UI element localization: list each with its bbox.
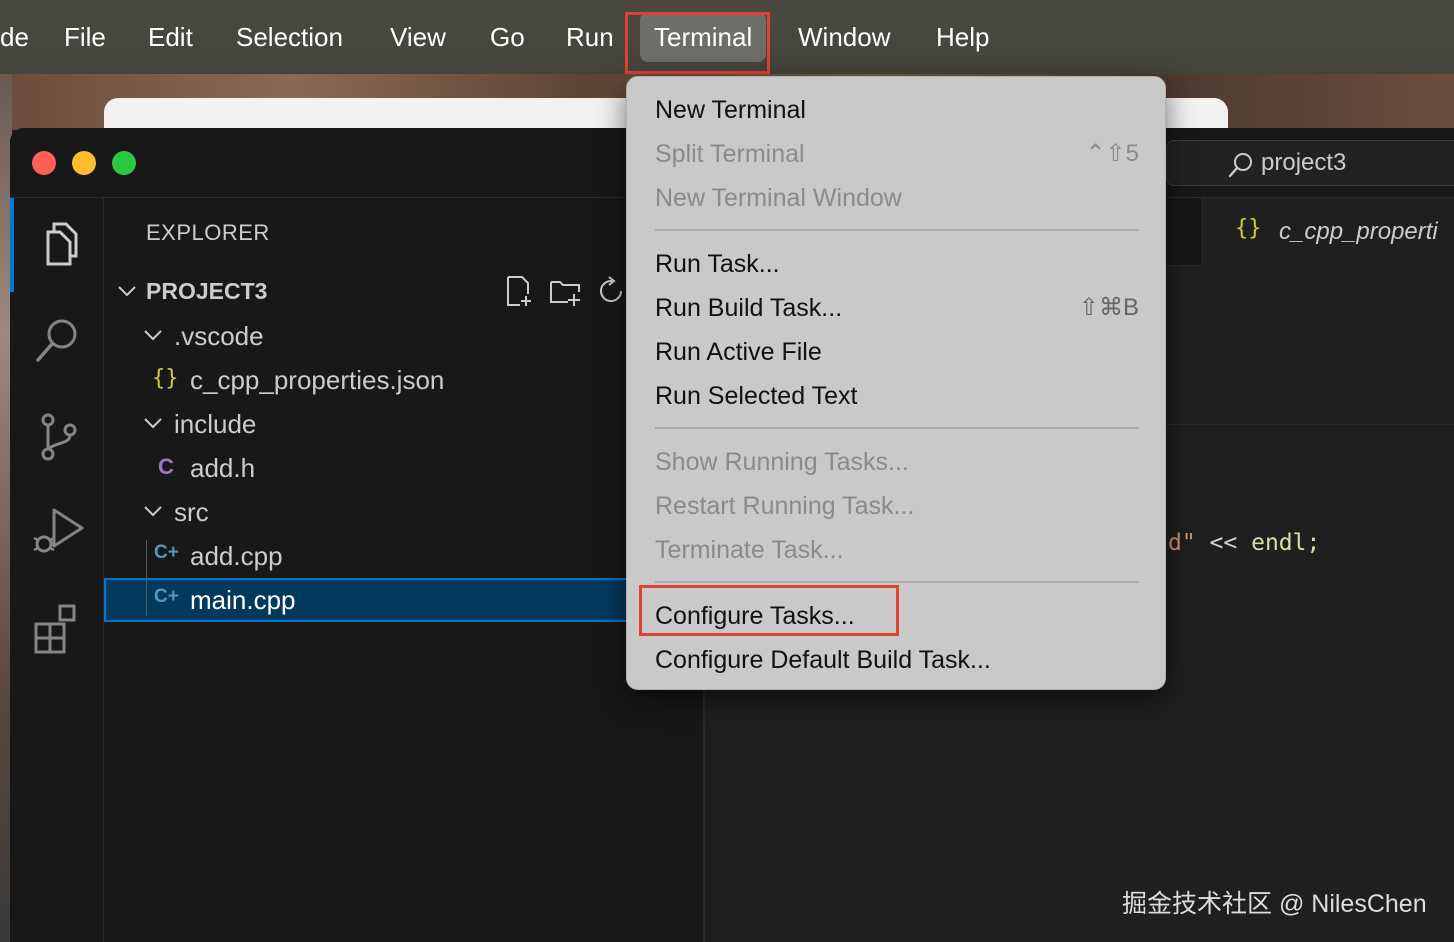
json-file-icon: {} [152,366,179,391]
extensions-icon[interactable] [32,602,84,654]
new-file-icon[interactable] [502,274,536,308]
chevron-down-icon [144,330,162,341]
menu-run[interactable]: Run [566,0,614,74]
active-indicator [10,198,14,292]
tree-file-add-h[interactable]: C add.h [104,446,704,490]
tree-file-add-cpp[interactable]: C+ add.cpp [104,534,704,578]
menu-view[interactable]: View [390,0,446,74]
tree-item-label: c_cpp_properties.json [190,365,445,395]
c-header-file-icon: C [158,454,174,479]
menu-item-terminate-task[interactable]: Terminate Task... [655,530,844,570]
editor-divider-line [1162,424,1454,425]
menu-item-run-selected-text[interactable]: Run Selected Text [655,376,857,416]
menu-terminal[interactable]: Terminal [640,12,767,62]
json-file-icon: {} [1235,216,1262,241]
menu-separator [655,229,1139,231]
code-identifier: endl; [1251,530,1321,556]
menu-item-show-running-tasks[interactable]: Show Running Tasks... [655,442,909,482]
tree-folder-vscode[interactable]: .vscode [104,314,704,358]
menu-go[interactable]: Go [490,0,525,74]
tree-item-label: add.cpp [190,541,283,571]
search-label: project3 [1261,149,1347,176]
editor-tabs-bar: {} c_cpp_properti [1162,198,1454,266]
minimize-window-button[interactable] [72,151,96,175]
chevron-down-icon [144,418,162,429]
shortcut-split-terminal: ⌃⇧5 [1085,140,1139,167]
panel-divider [704,688,705,942]
zoom-window-button[interactable] [112,151,136,175]
close-window-button[interactable] [32,151,56,175]
explorer-icon[interactable] [32,218,84,270]
chevron-down-icon [118,286,136,297]
menu-window[interactable]: Window [798,0,890,74]
menu-item-run-active-file[interactable]: Run Active File [655,332,822,372]
menu-item-run-build-task[interactable]: Run Build Task... [655,288,842,328]
source-control-icon[interactable] [32,410,84,462]
refresh-icon[interactable] [594,274,628,308]
menu-item-split-terminal[interactable]: Split Terminal [655,134,805,174]
run-debug-icon[interactable] [32,506,84,558]
tree-item-label: main.cpp [190,585,296,615]
tree-item-label: .vscode [174,321,264,351]
explorer-sidebar: EXPLORER PROJECT3 .vscode {} c_cpp_prope… [104,198,704,942]
tree-folder-include[interactable]: include [104,402,704,446]
tree-folder-src[interactable]: src [104,490,704,534]
cpp-file-icon: C+ [154,586,179,607]
tree-file-c-cpp-properties[interactable]: {} c_cpp_properties.json [104,358,704,402]
command-center-search[interactable]: project3 [1166,140,1454,186]
menu-separator [655,581,1139,583]
menu-item-run-task[interactable]: Run Task... [655,244,780,284]
menu-app-name[interactable]: de [0,0,29,74]
menu-item-new-terminal-window[interactable]: New Terminal Window [655,178,902,218]
code-line[interactable]: d" << endl; [1168,530,1320,556]
menu-item-new-terminal[interactable]: New Terminal [655,90,806,130]
indent-guide [146,540,147,616]
menu-file[interactable]: File [64,0,106,74]
menu-bar: de File Edit Selection View Go Run Termi… [0,0,1454,74]
code-operator: << [1195,530,1252,556]
watermark: 掘金技术社区 @ NilesChen [1122,890,1427,918]
cpp-file-icon: C+ [154,542,179,563]
search-sidebar-icon[interactable] [32,314,84,366]
shortcut-run-build-task: ⇧⌘B [1078,294,1139,321]
activity-bar [10,198,104,942]
menu-edit[interactable]: Edit [148,0,193,74]
menu-separator [655,427,1139,429]
menu-item-restart-running-task[interactable]: Restart Running Task... [655,486,914,526]
tree-item-label: add.h [190,453,256,483]
tab-label: c_cpp_properti [1279,218,1438,245]
tree-item-label: include [174,409,257,439]
menu-item-configure-default-build-task[interactable]: Configure Default Build Task... [655,640,991,680]
tree-item-label: src [174,497,209,527]
explorer-title: EXPLORER [146,220,270,245]
project-folder-header[interactable]: PROJECT3 [104,270,704,314]
chevron-down-icon [144,506,162,517]
new-folder-icon[interactable] [548,274,582,308]
tree-file-main-cpp[interactable]: C+ main.cpp [104,578,704,622]
terminal-menu-dropdown: New Terminal Split Terminal ⌃⇧5 New Term… [626,76,1166,690]
menu-help[interactable]: Help [936,0,989,74]
code-string-fragment: d" [1168,530,1196,556]
project-name: PROJECT3 [146,278,268,304]
menu-item-configure-tasks[interactable]: Configure Tasks... [655,596,855,636]
tab-c-cpp-properties[interactable]: {} c_cpp_properti [1202,198,1454,266]
search-icon [1228,153,1252,178]
menu-selection[interactable]: Selection [236,0,343,74]
